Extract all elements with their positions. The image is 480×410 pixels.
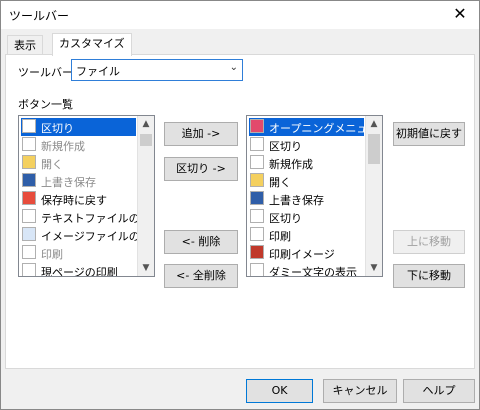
list-item[interactable]: 新規作成 [249,154,364,172]
list-item-label: 印刷 [269,230,291,243]
folder-open-icon [250,173,264,187]
list-item[interactable]: 区切り [249,136,364,154]
list-item-label: ダミー文字の表示 [269,266,357,277]
separator-button[interactable]: 区切り -> [164,157,238,181]
list-item-label: 上書き保存 [41,176,96,189]
list-item[interactable]: 開く [21,154,136,172]
new-file-icon [22,137,36,151]
cancel-button[interactable]: キャンセル [323,379,397,403]
move-down-button[interactable]: 下に移動 [393,264,465,288]
list-item-label: 区切り [41,122,74,135]
separator-icon [250,137,264,151]
available-buttons-list[interactable]: 区切り 新規作成 開く 上書き保存 保存時に戻す テキストファイルの読み込 イメ… [18,115,155,277]
print-icon [22,245,36,259]
list-item[interactable]: テキストファイルの読み込 [21,208,154,226]
list-item-label: オープニングメニュー [269,122,379,135]
opening-menu-icon [250,119,264,133]
list-item-label: 新規作成 [269,158,313,171]
list-item-label: 印刷イメージ [269,248,335,261]
scroll-down-icon[interactable]: ▼ [138,260,154,276]
tab-display-label: 表示 [14,39,36,52]
list-item-label: 上書き保存 [269,194,324,207]
list-item-label: 保存時に戻す [41,194,107,207]
list-item[interactable]: 現ページの印刷 [21,262,136,277]
buttons-section-label: ボタン一覧 [18,98,73,111]
help-button[interactable]: ヘルプ [403,379,475,403]
folder-open-icon [22,155,36,169]
left-list-scrollbar[interactable]: ▲ ▼ [137,116,154,276]
scroll-down-icon[interactable]: ▼ [366,260,382,276]
image-file-icon [22,227,36,241]
list-item[interactable]: 印刷イメージ [249,244,364,262]
save-icon [250,191,264,205]
scroll-up-icon[interactable]: ▲ [138,116,154,132]
ok-button[interactable]: OK [246,379,313,403]
revert-icon [22,191,36,205]
list-item[interactable]: ダミー文字の表示 [249,262,364,277]
list-item[interactable]: 開く [249,172,364,190]
print-page-icon [22,263,36,276]
current-toolbar-list[interactable]: オープニングメニュー 区切り 新規作成 開く 上書き保存 区切り 印刷 印刷イメ… [246,115,383,277]
list-item[interactable]: 新規作成 [21,136,136,154]
list-item[interactable]: オープニングメニュー [249,118,378,136]
list-item-label: 開く [41,158,63,171]
list-item[interactable]: 区切り [249,208,364,226]
save-icon [22,173,36,187]
tab-display[interactable]: 表示 [7,35,43,56]
list-item[interactable]: イメージファイルの読み込 [21,226,154,244]
chevron-down-icon: ⌄ [229,62,238,73]
print-preview-icon [250,245,264,259]
close-icon[interactable]: ✕ [449,3,471,25]
tab-customize-label: カスタマイズ [59,37,125,50]
list-item[interactable]: 保存時に戻す [21,190,136,208]
list-item-label: 開く [269,176,291,189]
remove-button[interactable]: <- 削除 [164,230,238,254]
move-up-button[interactable]: 上に移動 [393,230,465,254]
window-title: ツールバー [9,9,70,23]
list-item[interactable]: 区切り [21,118,136,136]
toolbar-select-value: ファイル [76,65,120,78]
title-bar: ツールバー ✕ [1,1,479,29]
reset-defaults-button[interactable]: 初期値に戻す [393,122,465,146]
scroll-up-icon[interactable]: ▲ [366,116,382,132]
right-list-scrollbar[interactable]: ▲ ▼ [365,116,382,276]
list-item-label: 区切り [269,212,302,225]
scroll-thumb[interactable] [140,134,152,146]
list-item[interactable]: 上書き保存 [249,190,364,208]
list-item-label: 新規作成 [41,140,85,153]
dummy-text-icon [250,263,264,276]
list-item-label: 現ページの印刷 [41,266,118,277]
toolbar-select[interactable]: ファイル ⌄ [71,59,243,81]
print-icon [250,227,264,241]
list-item-label: 印刷 [41,248,63,261]
separator-icon [22,119,36,133]
separator-icon [250,209,264,223]
tab-customize[interactable]: カスタマイズ [52,33,132,56]
list-item[interactable]: 印刷 [21,244,136,262]
new-file-icon [250,155,264,169]
remove-all-button[interactable]: <- 全削除 [164,264,238,288]
scroll-thumb[interactable] [368,134,380,164]
list-item-label: 区切り [269,140,302,153]
list-item[interactable]: 上書き保存 [21,172,136,190]
dialog-window: ツールバー ✕ 表示 カスタマイズ ツールバー : ファイル ⌄ ボタン一覧 区… [0,0,480,410]
list-item[interactable]: 印刷 [249,226,364,244]
text-file-icon [22,209,36,223]
add-button[interactable]: 追加 -> [164,122,238,146]
